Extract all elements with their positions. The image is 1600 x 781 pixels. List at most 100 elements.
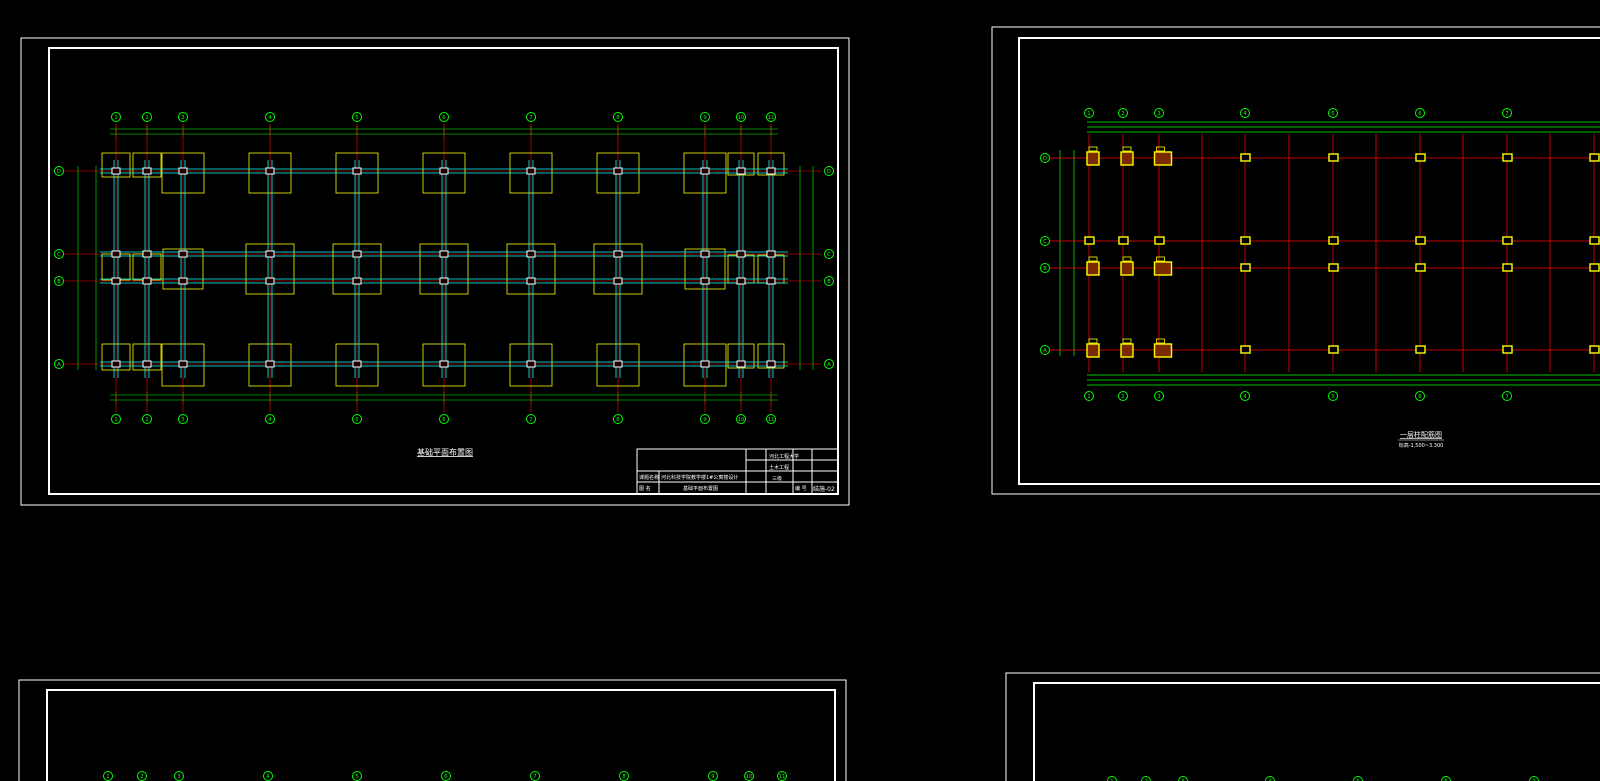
s2-column bbox=[1240, 263, 1251, 272]
s1-bubble-bottom-5-label: 5 bbox=[355, 417, 358, 423]
tb-number: 结施-02 bbox=[813, 485, 835, 493]
s2-bubble-bottom-7-label: 7 bbox=[1505, 394, 1508, 400]
s2-column bbox=[1328, 153, 1339, 162]
s2-column bbox=[1502, 153, 1513, 162]
s2-column bbox=[1589, 263, 1600, 272]
tb-drawing-label: 图 名 bbox=[639, 485, 651, 492]
s1-bubble-top-11-label: 11 bbox=[768, 115, 775, 121]
s1-column bbox=[766, 277, 776, 285]
s1-bubble-top-10-label: 10 bbox=[738, 115, 745, 121]
s2-column-tag bbox=[1156, 146, 1165, 152]
s1-bubble-top-4-label: 4 bbox=[268, 115, 272, 121]
s3-bubble-top-2-label: 2 bbox=[140, 774, 143, 780]
s1-column bbox=[766, 167, 776, 175]
sheet2-inner-frame bbox=[1018, 37, 1600, 485]
s2-bubble-top-5-label: 5 bbox=[1331, 111, 1334, 117]
s2-bubble-top-4-label: 4 bbox=[1243, 111, 1247, 117]
s1-bubble-top-6-label: 6 bbox=[442, 115, 446, 121]
s2-column bbox=[1589, 345, 1600, 354]
s2-bubble-bottom-5-label: 5 bbox=[1331, 394, 1334, 400]
s2-column bbox=[1502, 345, 1513, 354]
s1-bubble-right-D-label: D bbox=[827, 169, 831, 175]
cad-canvas[interactable]: 11223344556677889910101111D DC CB BA A 基础平面布… bbox=[0, 0, 1600, 781]
s2-column-tag bbox=[1088, 256, 1098, 262]
s1-bubble-left-A-label: A bbox=[57, 362, 61, 368]
s1-bubble-top-2-label: 2 bbox=[145, 115, 148, 121]
s1-column bbox=[700, 360, 710, 368]
s1-bubble-left-D-label: D bbox=[57, 169, 61, 175]
s1-bubble-bottom-7-label: 7 bbox=[529, 417, 532, 423]
s2-column bbox=[1415, 236, 1426, 245]
sheet-column-plan[interactable]: 1 1 2 2 3 3 4 4 5 5 6 6 7 7 D C B A 一层柱配筋图 标高-1.500~3.300 bbox=[991, 26, 1600, 495]
s1-column bbox=[265, 360, 275, 368]
s2-column-tag bbox=[1122, 146, 1132, 152]
s2-column bbox=[1589, 236, 1600, 245]
s2-column bbox=[1415, 263, 1426, 272]
s1-column bbox=[111, 167, 121, 175]
sheet1-columns bbox=[111, 167, 776, 368]
s1-bubble-right-A-label: A bbox=[827, 362, 831, 368]
s1-column bbox=[265, 277, 275, 285]
s3-bubble-top-4-label: 4 bbox=[266, 774, 270, 780]
sheet3-axis-bubbles: 1 2 3 4 5 6 7 8 9 10 11 bbox=[103, 771, 787, 781]
s1-column bbox=[766, 250, 776, 258]
s1-column bbox=[700, 167, 710, 175]
s2-bubble-top-7-label: 7 bbox=[1505, 111, 1508, 117]
sheet2-axis-bubbles: 1 1 2 2 3 3 4 4 5 5 6 6 7 7 D C B A bbox=[1040, 108, 1512, 401]
sheet-fourth[interactable]: 1234567 bbox=[1005, 672, 1600, 781]
tb-drawing-name: 基础平面布置图 bbox=[683, 485, 718, 492]
sheet-third[interactable]: 1 2 3 4 5 6 7 8 9 10 11 bbox=[18, 679, 847, 781]
s2-column-tag bbox=[1088, 146, 1098, 152]
s2-column bbox=[1154, 236, 1165, 245]
s2-column-large bbox=[1153, 343, 1173, 358]
s2-column-large bbox=[1120, 261, 1134, 276]
s1-column bbox=[526, 250, 536, 258]
s1-bubble-left-C-label: C bbox=[57, 252, 61, 258]
s1-column bbox=[526, 167, 536, 175]
s1-column bbox=[142, 167, 152, 175]
s1-column bbox=[613, 277, 623, 285]
s2-bubble-top-6-label: 6 bbox=[1418, 111, 1422, 117]
tb-number-label: 编 号 bbox=[795, 485, 807, 492]
s2-bubble-left-B-label: B bbox=[1043, 266, 1047, 272]
s2-bubble-left-A-label: A bbox=[1043, 348, 1047, 354]
s2-column bbox=[1415, 345, 1426, 354]
s1-column bbox=[439, 360, 449, 368]
s1-column bbox=[265, 250, 275, 258]
s1-column bbox=[736, 360, 746, 368]
s2-column bbox=[1084, 236, 1095, 245]
s2-bubble-top-2-label: 2 bbox=[1121, 111, 1124, 117]
tb-dept: 土木工程 bbox=[769, 464, 789, 471]
s1-column bbox=[352, 277, 362, 285]
sheet2-axis-grid bbox=[1050, 134, 1600, 372]
s1-column bbox=[613, 360, 623, 368]
s1-column bbox=[700, 277, 710, 285]
s1-column bbox=[111, 360, 121, 368]
s1-column bbox=[736, 167, 746, 175]
s2-bubble-bottom-1-label: 1 bbox=[1087, 394, 1090, 400]
sheet4-outer-frame bbox=[1005, 672, 1600, 781]
s2-column bbox=[1118, 236, 1129, 245]
s2-column-large bbox=[1120, 151, 1134, 166]
s1-bubble-top-3-label: 3 bbox=[181, 115, 184, 121]
s1-bubble-top-7-label: 7 bbox=[529, 115, 532, 121]
s2-column-tag bbox=[1156, 338, 1165, 344]
s2-column-large bbox=[1086, 343, 1100, 358]
s2-column bbox=[1240, 236, 1251, 245]
sheet1-title-block bbox=[636, 448, 839, 495]
s1-column bbox=[700, 250, 710, 258]
s1-column bbox=[736, 277, 746, 285]
s1-column bbox=[613, 250, 623, 258]
s1-column bbox=[766, 360, 776, 368]
s3-bubble-top-7-label: 7 bbox=[533, 774, 536, 780]
s1-column bbox=[142, 250, 152, 258]
s3-bubble-top-1-label: 1 bbox=[106, 774, 109, 780]
s1-bubble-bottom-4-label: 4 bbox=[268, 417, 272, 423]
tb-project-name: 河北科技学院教学楼1#公寓楼设计 bbox=[661, 474, 738, 481]
s2-bubble-top-1-label: 1 bbox=[1087, 111, 1090, 117]
sheet-foundation-plan[interactable]: 11223344556677889910101111D DC CB BA A 基础平面布… bbox=[20, 37, 850, 506]
s1-column bbox=[439, 167, 449, 175]
s1-bubble-left-B-label: B bbox=[57, 279, 61, 285]
s1-column bbox=[142, 360, 152, 368]
s1-bubble-top-9-label: 9 bbox=[703, 115, 707, 121]
